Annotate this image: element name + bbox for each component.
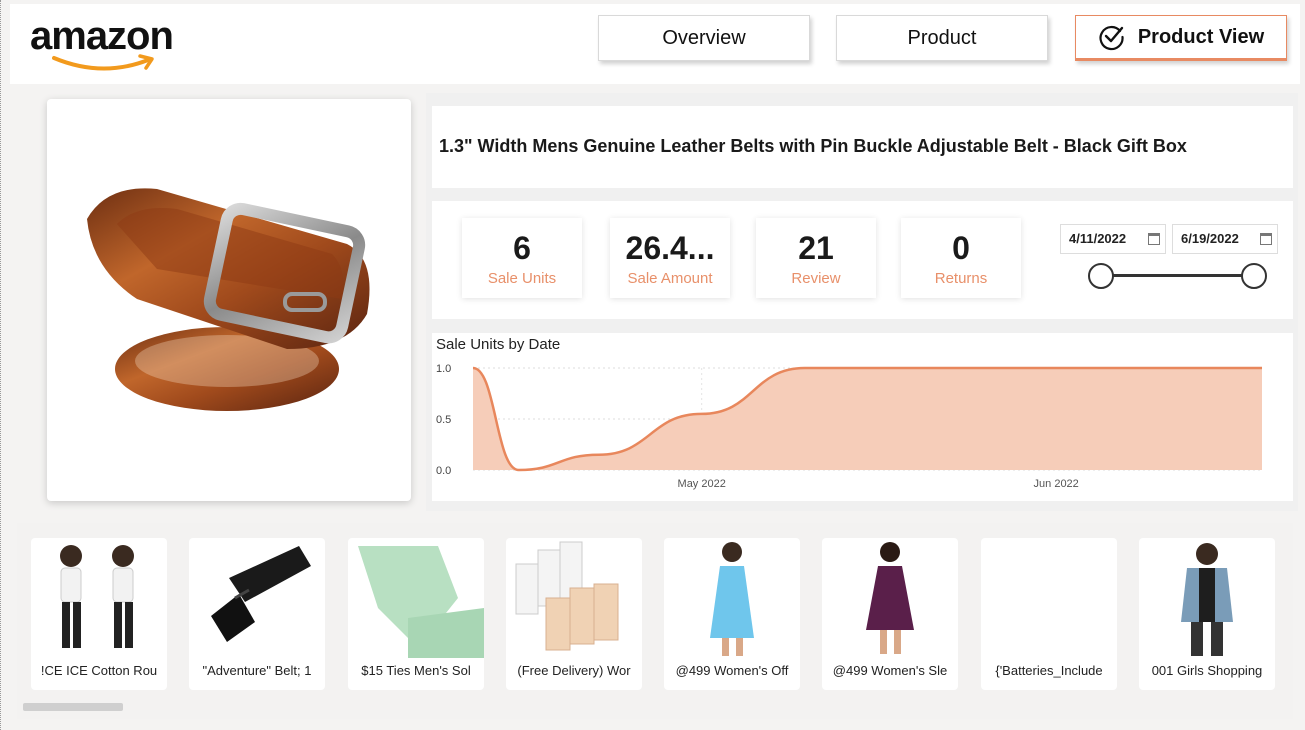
thumbnail-label: @499 Women's Off	[675, 663, 789, 678]
thumbnail-label: @499 Women's Sle	[832, 663, 948, 678]
green-tie-image	[358, 546, 484, 658]
product-view-button[interactable]: Product View	[1075, 15, 1287, 61]
sale-units-chart: Sale Units by Date 0.0 0.5 1.0 May 2022 Jun …	[432, 333, 1293, 501]
y-tick-label: 1.0	[436, 363, 451, 375]
x-tick-label: Jun 2022	[1034, 478, 1079, 490]
kpi-review: 21 Review	[756, 218, 876, 298]
product-thumbnail[interactable]: {'Batteries_Include	[981, 538, 1117, 690]
product-thumbnail[interactable]: @499 Women's Off	[664, 538, 800, 690]
kpi-sale-amount: 26.4... Sale Amount	[610, 218, 730, 298]
chart-plot: 0.0 0.5 1.0 May 2022 Jun 2022	[436, 363, 1263, 490]
kpi-area: 6 Sale Units 26.4... Sale Amount 21 Revi…	[432, 201, 1293, 319]
calendar-icon[interactable]	[1260, 233, 1272, 245]
product-thumbnail[interactable]: $15 Ties Men's Sol	[348, 538, 484, 690]
purple-dress-image	[866, 542, 914, 654]
end-date-value: 6/19/2022	[1181, 231, 1239, 246]
kpi-label: Sale Units	[487, 270, 557, 287]
kpi-value: 21	[798, 230, 834, 266]
start-date-input[interactable]: 4/11/2022	[1060, 224, 1166, 254]
horizontal-scrollbar[interactable]	[23, 703, 123, 711]
kpi-value: 6	[513, 230, 531, 266]
kpi-label: Returns	[934, 270, 988, 287]
thumbnail-label: "Adventure" Belt; 1	[202, 663, 312, 678]
thumbnail-label: 001 Girls Shopping	[1151, 663, 1263, 678]
amazon-logo: amazon	[30, 14, 200, 78]
blue-dress-image	[710, 542, 754, 656]
y-tick-label: 0.0	[436, 465, 451, 477]
date-slider-start-handle[interactable]	[1088, 263, 1114, 289]
calendar-icon[interactable]	[1148, 233, 1160, 245]
overview-label: Overview	[662, 26, 746, 49]
product-thumbnail[interactable]: @499 Women's Sle	[822, 538, 958, 690]
kpi-returns: 0 Returns	[901, 218, 1021, 298]
product-image-card	[47, 99, 411, 501]
check-circle-icon	[1098, 23, 1126, 51]
product-thumbnail-strip: !CE ICE Cotton Rou "Adventure" Belt; 1 $…	[17, 523, 1293, 719]
bra-extender-image	[515, 541, 619, 651]
x-tick-label: May 2022	[678, 478, 726, 490]
thumbnail-label: (Free Delivery) Wor	[517, 663, 631, 678]
kpi-value: 0	[952, 230, 970, 266]
date-slider-end-handle[interactable]	[1241, 263, 1267, 289]
y-tick-label: 0.5	[436, 414, 451, 426]
product-thumbnail[interactable]: (Free Delivery) Wor	[506, 538, 642, 690]
product-label: Product	[907, 26, 977, 49]
overview-button[interactable]: Overview	[598, 15, 810, 61]
kpi-sale-units: 6 Sale Units	[462, 218, 582, 298]
logo-text: amazon	[30, 14, 174, 58]
denim-vest-image	[1181, 543, 1233, 656]
black-belt-image	[211, 546, 311, 642]
kpi-label: Review	[791, 270, 841, 287]
header: amazon Overview Product Product View	[10, 4, 1300, 84]
product-view-label: Product View	[1137, 25, 1265, 48]
product-title: 1.3" Width Mens Genuine Leather Belts wi…	[439, 136, 1187, 156]
end-date-input[interactable]: 6/19/2022	[1172, 224, 1278, 254]
start-date-value: 4/11/2022	[1069, 231, 1127, 246]
thumbnail-label: !CE ICE Cotton Rou	[40, 663, 158, 678]
kpi-label: Sale Amount	[627, 270, 713, 287]
left-border	[0, 0, 2, 730]
date-slider-track[interactable]	[1099, 274, 1254, 277]
product-thumbnail[interactable]: 001 Girls Shopping	[1139, 538, 1275, 690]
girls-outfit-image	[60, 545, 134, 648]
leather-belt-image	[87, 188, 370, 411]
product-thumbnail[interactable]: !CE ICE Cotton Rou	[31, 538, 167, 690]
smile-arrow-icon	[52, 54, 154, 71]
thumbnail-label: $15 Ties Men's Sol	[361, 663, 471, 678]
product-button[interactable]: Product	[836, 15, 1048, 61]
product-title-card: 1.3" Width Mens Genuine Leather Belts wi…	[432, 106, 1293, 188]
kpi-value: 26.4...	[625, 230, 715, 266]
thumbnail-label: {'Batteries_Include	[995, 663, 1103, 678]
product-thumbnail[interactable]: "Adventure" Belt; 1	[189, 538, 325, 690]
